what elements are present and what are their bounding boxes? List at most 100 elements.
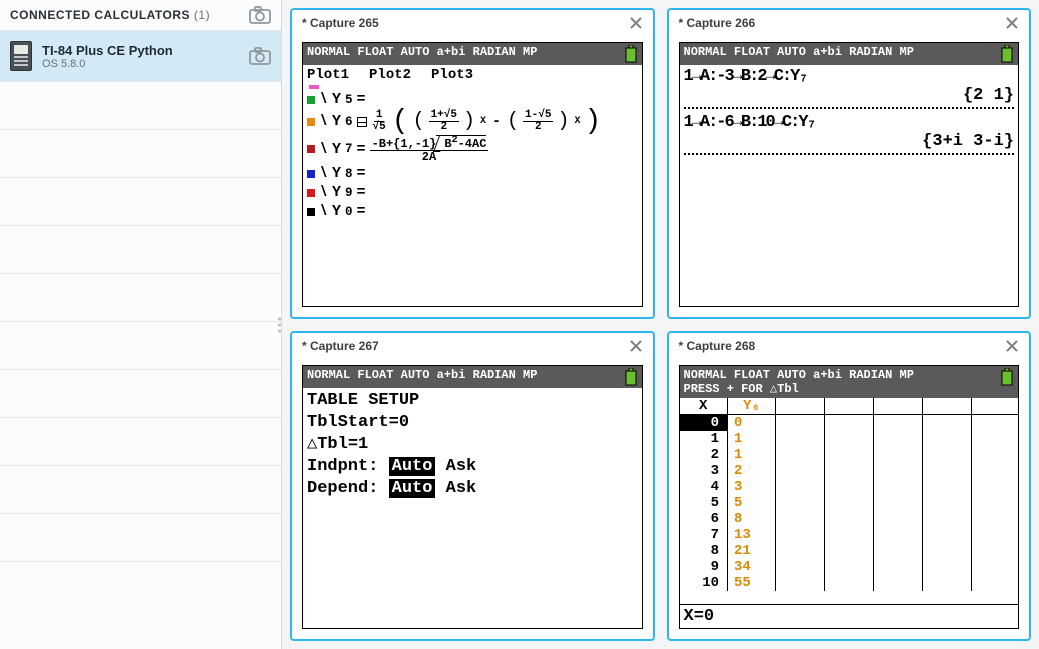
y7-sub: 7 [345, 142, 353, 156]
card-title: * Capture 267 [302, 339, 379, 353]
connected-calculators-title: CONNECTED CALCULATORS (1) [10, 8, 210, 22]
cell-x: 0 [680, 415, 728, 432]
cell-x: 10 [680, 575, 728, 591]
cell-empty [971, 559, 1018, 575]
capture-card-265[interactable]: * Capture 265 NORMAL FLOAT AUTO a+bi RAD… [290, 8, 655, 319]
table-row: 934 [680, 559, 1019, 575]
device-row[interactable]: TI-84 Plus CE Python OS 5.8.0 [0, 31, 281, 82]
status-bar: NORMAL FLOAT AUTO a+bi RADIAN MP [303, 43, 642, 65]
deltatbl-line: △Tbl=1 [307, 434, 638, 456]
cell-empty [776, 511, 825, 527]
cell-empty [922, 527, 971, 543]
battery-icon [624, 45, 638, 63]
cell-y6: 34 [728, 559, 776, 575]
empty-device-slot [0, 370, 281, 418]
y5-color-icon [307, 96, 315, 104]
cell-empty [776, 479, 825, 495]
y9-eq: = [357, 184, 366, 201]
frac-bot: √5 [371, 122, 388, 133]
table-row: 32 [680, 463, 1019, 479]
device-name: TI-84 Plus CE Python [42, 43, 249, 58]
cell-y6: 21 [728, 543, 776, 559]
cell-empty [824, 543, 873, 559]
y7-top-a: -B+{1,-1} [372, 137, 437, 151]
calculator-screen: NORMAL FLOAT AUTO a+bi RADIAN MP Plot1 P… [302, 42, 643, 307]
close-icon[interactable] [629, 339, 643, 353]
cell-empty [776, 463, 825, 479]
status-line-1: NORMAL FLOAT AUTO a+bi RADIAN MP [684, 368, 914, 382]
table-row: 68 [680, 511, 1019, 527]
tblstart-line: TblStart=0 [307, 412, 638, 434]
capture-card-268[interactable]: * Capture 268 NORMAL FLOAT AUTO a+bi RAD… [667, 331, 1032, 642]
cell-empty [922, 479, 971, 495]
cell-empty [922, 511, 971, 527]
calculator-screen: NORMAL FLOAT AUTO a+bi RADIAN MP 1→A:-3→… [679, 42, 1020, 307]
col-empty [873, 398, 922, 415]
sidebar: CONNECTED CALCULATORS (1) TI-84 Plus CE … [0, 0, 282, 649]
cell-empty [971, 415, 1018, 432]
cell-empty [971, 463, 1018, 479]
table-row: 713 [680, 527, 1019, 543]
y6-frac3: 1-√52 [523, 110, 553, 133]
resize-handle-icon[interactable] [278, 317, 281, 332]
y8-color-icon [307, 170, 315, 178]
y7-color-icon [307, 145, 315, 153]
home-screen: 1→A:-3→B:2→C:Y₇ {2 1} 1→A:-6→B:10→C:Y₇ {… [680, 65, 1019, 306]
table-row: 55 [680, 495, 1019, 511]
connected-calculators-count: (1) [194, 8, 210, 22]
plot2-label: Plot2 [369, 67, 411, 83]
plot-row: Plot1 Plot2 Plot3 [307, 67, 638, 83]
close-icon[interactable] [1005, 339, 1019, 353]
calculator-screen: NORMAL FLOAT AUTO a+bi RADIAN MPPRESS + … [679, 365, 1020, 630]
y0-color-icon [307, 208, 315, 216]
card-header: * Capture 265 [292, 10, 653, 36]
status-text: NORMAL FLOAT AUTO a+bi RADIAN MP [307, 45, 537, 59]
close-icon[interactable] [629, 16, 643, 30]
col-y6: Y₆ [728, 398, 776, 415]
function-table: X Y₆ 001121324355687138219341055 [680, 398, 1019, 591]
capture-device-icon[interactable] [249, 47, 271, 65]
empty-device-slot [0, 514, 281, 562]
empty-device-slot [0, 130, 281, 178]
empty-device-slot [0, 274, 281, 322]
cell-empty [922, 575, 971, 591]
cell-empty [824, 511, 873, 527]
cell-empty [776, 495, 825, 511]
table-row: 43 [680, 479, 1019, 495]
connected-calculators-label: CONNECTED CALCULATORS [10, 8, 190, 22]
capture-card-267[interactable]: * Capture 267 NORMAL FLOAT AUTO a+bi RAD… [290, 331, 655, 642]
battery-icon [1000, 45, 1014, 63]
device-info: TI-84 Plus CE Python OS 5.8.0 [42, 43, 249, 70]
capture-all-icon[interactable] [249, 6, 271, 24]
home-output-2: {3+i 3-i} [684, 132, 1015, 155]
status-text: NORMAL FLOAT AUTO a+bi RADIAN MP [684, 45, 914, 59]
cell-x: 5 [680, 495, 728, 511]
status-line-2: PRESS + FOR △Tbl [684, 382, 799, 396]
depend-label: Depend: [307, 479, 389, 498]
cell-empty [776, 527, 825, 543]
close-icon[interactable] [1005, 16, 1019, 30]
cell-y6: 55 [728, 575, 776, 591]
cell-y6: 1 [728, 431, 776, 447]
y-editor: Plot1 Plot2 Plot3 \Y5= [303, 65, 642, 306]
y9-sub: 9 [345, 186, 353, 200]
table-row: 11 [680, 431, 1019, 447]
indpnt-auto: Auto [389, 457, 436, 476]
status-bar: NORMAL FLOAT AUTO a+bi RADIAN MP [303, 366, 642, 388]
cell-empty [776, 431, 825, 447]
y7-top-c: -4AC [458, 137, 487, 151]
indpnt-line: Indpnt: Auto Ask [307, 456, 638, 478]
status-text: NORMAL FLOAT AUTO a+bi RADIAN MP [307, 368, 537, 382]
capture-card-266[interactable]: * Capture 266 NORMAL FLOAT AUTO a+bi RAD… [667, 8, 1032, 319]
y5-sub: 5 [345, 93, 353, 107]
y9-label: Y [332, 184, 341, 201]
y0-row: \Y0= [307, 203, 638, 220]
cell-y6: 3 [728, 479, 776, 495]
home-input-1: 1→A:-3→B:2→C:Y₇ [684, 67, 1015, 86]
cell-empty [824, 495, 873, 511]
cell-empty [873, 431, 922, 447]
cell-empty [922, 431, 971, 447]
y5-eq: = [357, 91, 366, 108]
empty-device-slot [0, 226, 281, 274]
cell-empty [922, 447, 971, 463]
